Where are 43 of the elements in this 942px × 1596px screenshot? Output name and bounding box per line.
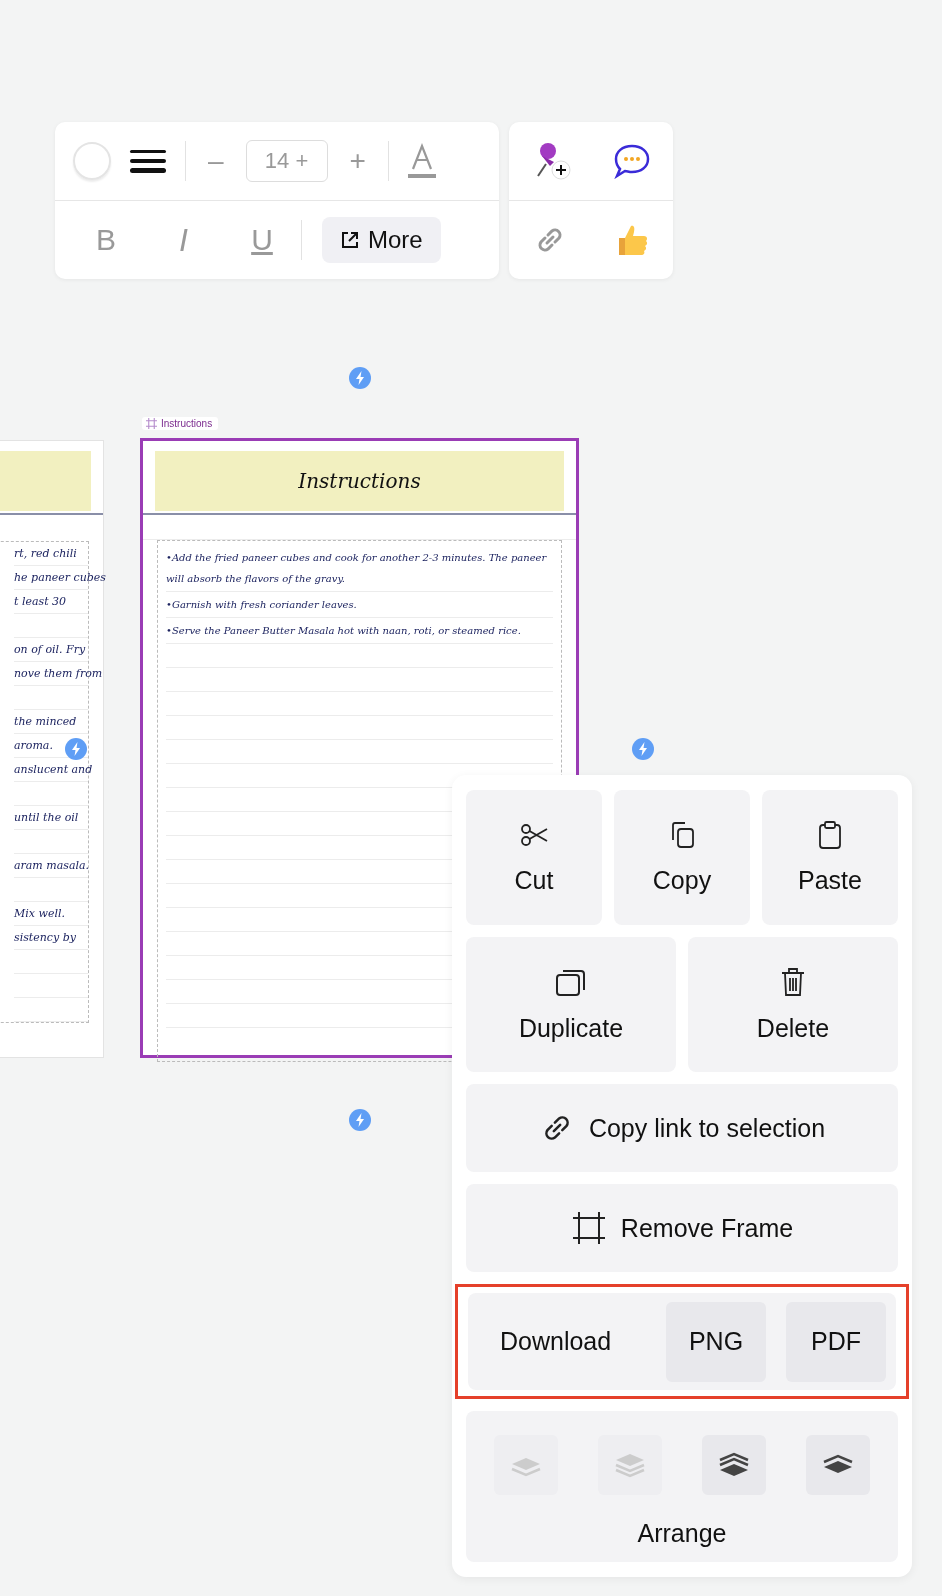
color-picker-circle[interactable] xyxy=(73,142,111,180)
cut-button[interactable]: Cut xyxy=(466,790,602,925)
handwritten-text: he paneer cubes xyxy=(14,571,106,584)
lightning-badge-icon[interactable] xyxy=(65,738,87,760)
instruction-text: •Serve the Paneer Butter Masala hot with naan, roti, or steamed rice. xyxy=(166,618,553,644)
lightning-badge-icon[interactable] xyxy=(632,738,654,760)
duplicate-button[interactable]: Duplicate xyxy=(466,937,676,1072)
handwritten-text: anslucent and xyxy=(14,763,93,776)
instruction-text: •Garnish with fresh coriander leaves. xyxy=(166,592,553,618)
download-format-button[interactable]: PDF xyxy=(786,1301,886,1382)
handwritten-text: aram masala. xyxy=(14,859,90,872)
external-link-icon xyxy=(340,230,360,250)
lightning-badge-icon[interactable] xyxy=(349,1109,371,1131)
more-button[interactable]: More xyxy=(322,217,441,263)
handwritten-text: t least 30 xyxy=(14,595,67,608)
handwritten-text: rt, red chili xyxy=(14,547,77,560)
frame-label[interactable]: Instructions xyxy=(142,417,219,430)
download-format-button[interactable]: PNG xyxy=(666,1301,766,1382)
handwritten-text: aroma. xyxy=(14,739,53,752)
line-weight-icon[interactable] xyxy=(129,147,167,175)
instruction-text: •Add the fried paneer cubes and cook for another 2-3 minutes. The paneer will absorb the flavors of the gravy. xyxy=(166,545,553,592)
paste-button[interactable]: Paste xyxy=(762,790,898,925)
handwritten-text: until the oil xyxy=(14,811,79,824)
arrange-label: Arrange xyxy=(637,1519,727,1548)
trash-icon xyxy=(779,966,807,998)
copy-link-button[interactable]: Copy link to selection xyxy=(466,1084,898,1172)
arrange-button[interactable] xyxy=(806,1435,870,1495)
handwritten-text: on of oil. Fry xyxy=(14,643,86,656)
comment-icon[interactable] xyxy=(613,143,651,179)
lightning-badge-icon[interactable] xyxy=(349,367,371,389)
download-label: Download xyxy=(500,1327,613,1356)
handwritten-text: nove them from xyxy=(14,667,103,680)
frame-icon xyxy=(146,418,157,429)
handwritten-text: sistency by xyxy=(14,931,76,944)
handwritten-text: the minced xyxy=(14,715,77,728)
text-color-icon[interactable] xyxy=(406,143,437,179)
frame-crop-icon xyxy=(570,1210,607,1246)
handwritten-text: Mix well. xyxy=(14,907,65,920)
delete-button[interactable]: Delete xyxy=(688,937,898,1072)
remove-frame-button[interactable]: Remove Frame xyxy=(466,1184,898,1272)
arrange-button[interactable] xyxy=(702,1435,766,1495)
copy-button[interactable]: Copy xyxy=(614,790,750,925)
title-banner: Instructions xyxy=(155,451,564,511)
